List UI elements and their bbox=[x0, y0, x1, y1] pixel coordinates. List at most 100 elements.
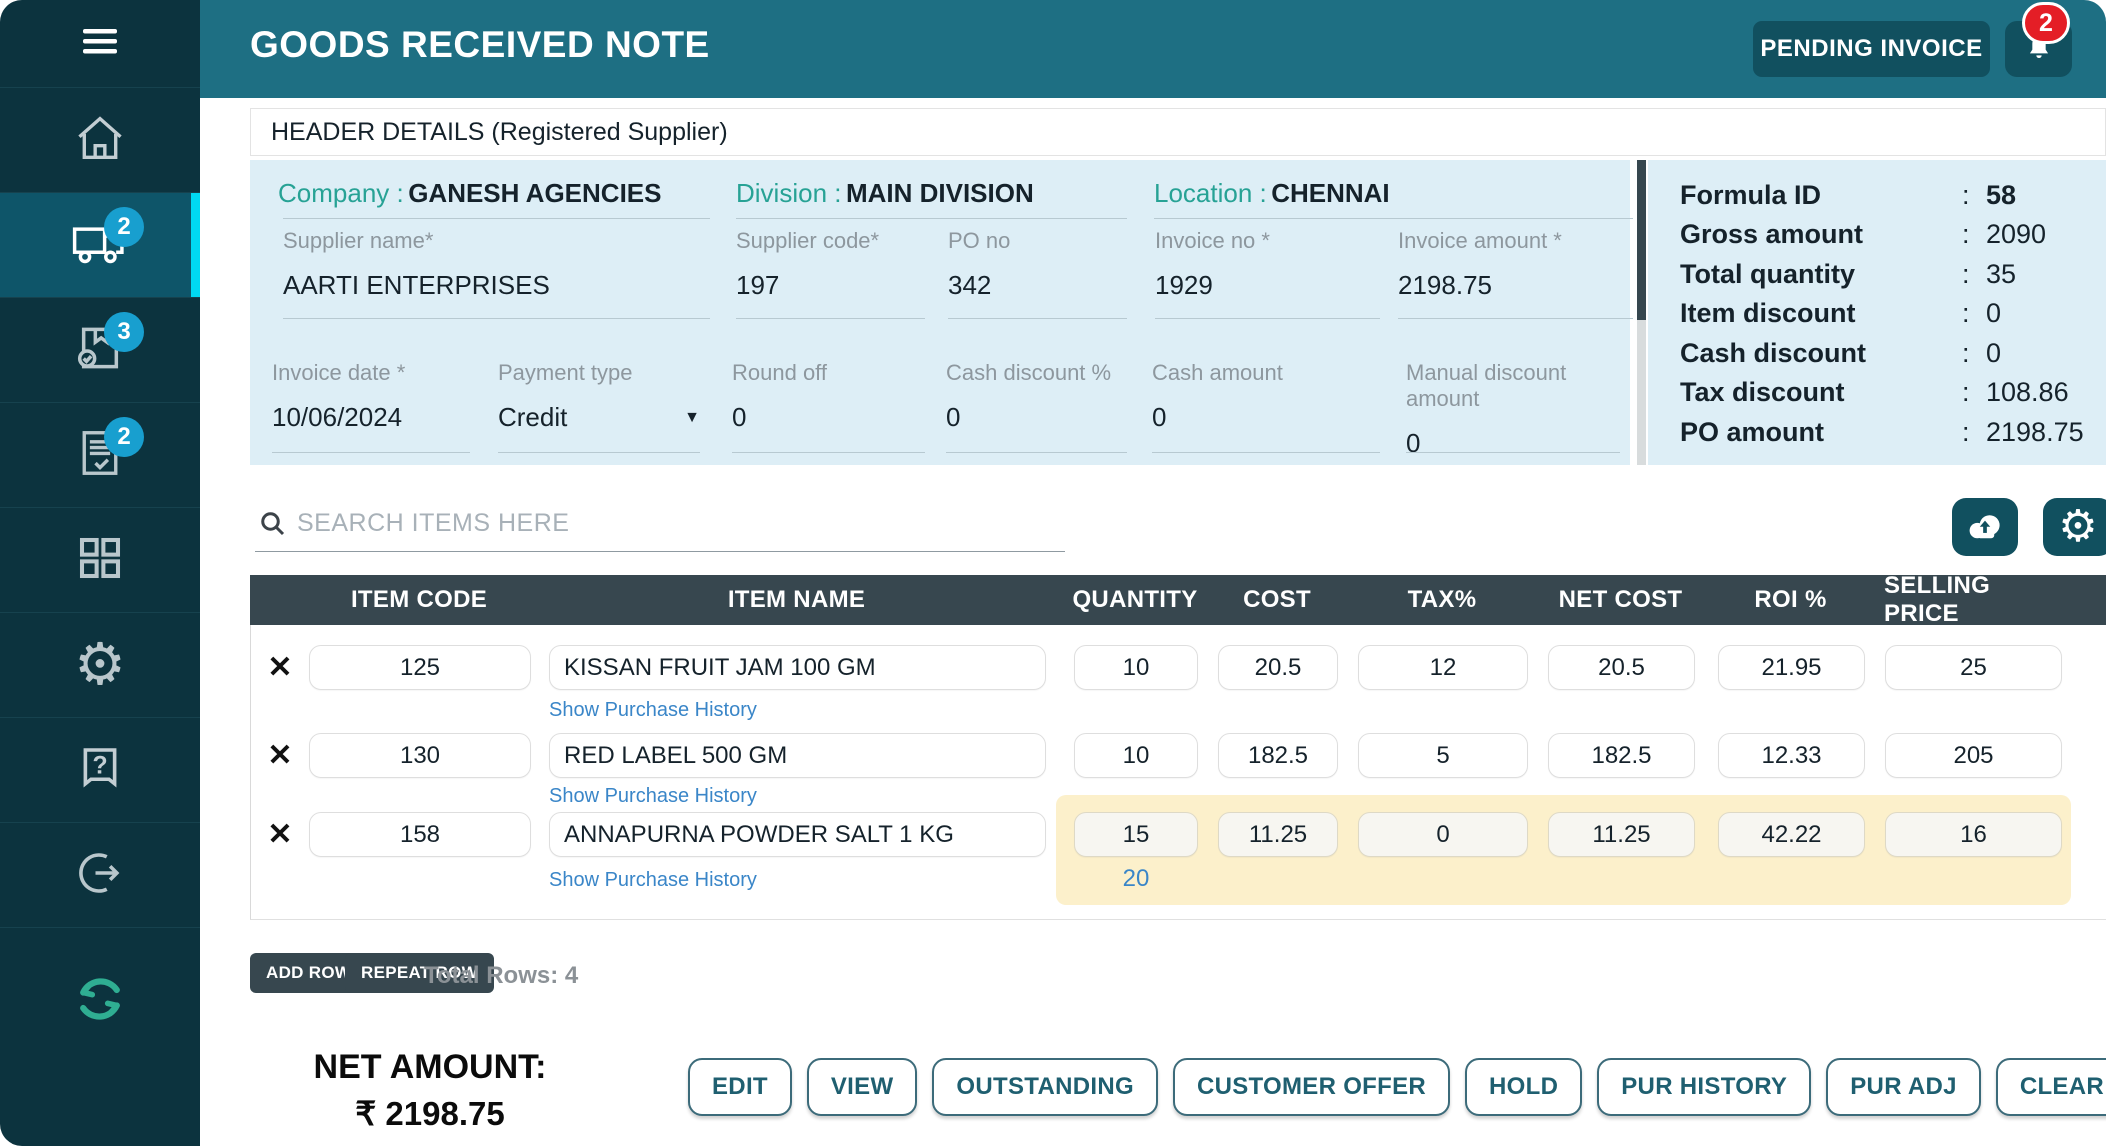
payment-type-select[interactable]: Payment type Credit ▼ bbox=[498, 360, 700, 433]
summary-panel: Formula ID : 58 Gross amount : 2090 Tota… bbox=[1648, 160, 2106, 465]
remove-row-button[interactable]: ✕ bbox=[251, 812, 309, 857]
selling-price-input[interactable]: 16 bbox=[1885, 812, 2062, 857]
clear-button[interactable]: CLEAR bbox=[1996, 1058, 2106, 1116]
pending-invoice-button[interactable]: PENDING INVOICE bbox=[1753, 21, 1990, 77]
sidebar-item-help[interactable]: ? bbox=[0, 718, 200, 823]
outstanding-button[interactable]: OUTSTANDING bbox=[932, 1058, 1158, 1116]
customer-offer-button[interactable]: CUSTOMER OFFER bbox=[1173, 1058, 1450, 1116]
net-cost-input[interactable]: 11.25 bbox=[1548, 812, 1695, 857]
logout-icon bbox=[73, 846, 127, 905]
pending-quantity-value: 20 bbox=[1074, 865, 1198, 893]
supplier-code-field[interactable]: Supplier code* 197 bbox=[736, 228, 925, 301]
scrollbar-thumb[interactable] bbox=[1637, 160, 1646, 320]
edit-button[interactable]: EDIT bbox=[688, 1058, 792, 1116]
sidebar-menu-toggle[interactable] bbox=[0, 0, 200, 88]
summary-label: Cash discount bbox=[1680, 338, 1962, 369]
remove-row-button[interactable]: ✕ bbox=[251, 733, 309, 778]
field-label: Invoice no * bbox=[1155, 228, 1380, 254]
roi-input[interactable]: 42.22 bbox=[1718, 812, 1865, 857]
tax-input[interactable]: 5 bbox=[1358, 733, 1528, 778]
roi-input[interactable]: 12.33 bbox=[1718, 733, 1865, 778]
division-group: Division : MAIN DIVISION bbox=[736, 178, 1034, 209]
hamburger-icon bbox=[80, 26, 120, 61]
cash-discount-pct-field[interactable]: Cash discount % 0 bbox=[946, 360, 1127, 433]
remove-row-button[interactable]: ✕ bbox=[251, 645, 309, 690]
summary-label: Total quantity bbox=[1680, 259, 1962, 290]
quantity-input[interactable]: 10 bbox=[1074, 645, 1198, 690]
item-name-input[interactable]: RED LABEL 500 GM bbox=[549, 733, 1046, 778]
item-name-input[interactable]: ANNAPURNA POWDER SALT 1 KG bbox=[549, 812, 1046, 857]
badge: 3 bbox=[104, 312, 144, 352]
company-label: Company : bbox=[278, 178, 404, 208]
field-value: 342 bbox=[948, 270, 1127, 301]
show-purchase-history-link[interactable]: Show Purchase History bbox=[549, 869, 757, 892]
round-off-field[interactable]: Round off 0 bbox=[732, 360, 925, 433]
net-cost-input[interactable]: 20.5 bbox=[1548, 645, 1695, 690]
sidebar-item-goods-received[interactable]: 2 bbox=[0, 193, 200, 298]
cash-amount-field[interactable]: Cash amount 0 bbox=[1152, 360, 1380, 433]
summary-row: Cash discount : 0 bbox=[1680, 334, 2106, 372]
po-no-field[interactable]: PO no 342 bbox=[948, 228, 1127, 301]
location-group: Location : CHENNAI bbox=[1154, 178, 1390, 209]
sidebar-item-sync[interactable] bbox=[0, 928, 200, 1146]
item-code-input[interactable]: 158 bbox=[309, 812, 531, 857]
invoice-no-field[interactable]: Invoice no * 1929 bbox=[1155, 228, 1380, 301]
sidebar-item-purchase-orders[interactable]: 3 bbox=[0, 298, 200, 403]
sidebar-item-dashboard[interactable] bbox=[0, 508, 200, 613]
sidebar-item-settings[interactable]: ⚙ bbox=[0, 613, 200, 718]
sidebar-item-invoices[interactable]: 2 bbox=[0, 403, 200, 508]
badge: 2 bbox=[104, 417, 144, 457]
item-code-input[interactable]: 130 bbox=[309, 733, 531, 778]
item-name-input[interactable]: KISSAN FRUIT JAM 100 GM bbox=[549, 645, 1046, 690]
division-value: MAIN DIVISION bbox=[846, 178, 1034, 208]
field-value: 2198.75 bbox=[1398, 270, 1633, 301]
items-table-body: ✕ 125 KISSAN FRUIT JAM 100 GM 10 20.5 12… bbox=[250, 625, 2106, 920]
summary-row: Item discount : 0 bbox=[1680, 295, 2106, 333]
cost-input[interactable]: 182.5 bbox=[1218, 733, 1338, 778]
field-label: Payment type bbox=[498, 360, 700, 386]
manual-discount-field[interactable]: Manual discount amount 0 bbox=[1406, 360, 1620, 459]
show-purchase-history-link[interactable]: Show Purchase History bbox=[549, 785, 757, 808]
sidebar-item-logout[interactable] bbox=[0, 823, 200, 928]
selling-price-input[interactable]: 25 bbox=[1885, 645, 2062, 690]
tax-input[interactable]: 12 bbox=[1358, 645, 1528, 690]
tax-input[interactable]: 0 bbox=[1358, 812, 1528, 857]
supplier-name-field[interactable]: Supplier name* AARTI ENTERPRISES bbox=[283, 228, 710, 301]
quantity-input[interactable]: 10 bbox=[1074, 733, 1198, 778]
selling-price-input[interactable]: 205 bbox=[1885, 733, 2062, 778]
field-value: 0 bbox=[732, 402, 925, 433]
table-settings-button[interactable]: ⚙ bbox=[2043, 498, 2106, 556]
cost-input[interactable]: 20.5 bbox=[1218, 645, 1338, 690]
column-header: ITEM CODE bbox=[308, 575, 530, 625]
column-header: QUANTITY bbox=[1073, 575, 1197, 625]
header-scrollbar[interactable] bbox=[1637, 160, 1646, 465]
roi-input[interactable]: 21.95 bbox=[1718, 645, 1865, 690]
net-amount-value: ₹ 2198.75 bbox=[230, 1094, 630, 1133]
summary-label: PO amount bbox=[1680, 417, 1962, 448]
summary-value: 108.86 bbox=[1986, 377, 2069, 408]
invoice-date-field[interactable]: Invoice date * 10/06/2024 bbox=[272, 360, 470, 433]
summary-row: PO amount : 2198.75 bbox=[1680, 413, 2106, 451]
summary-label: Formula ID bbox=[1680, 180, 1962, 211]
header-details-caption: HEADER DETAILS (Registered Supplier) bbox=[250, 108, 2106, 156]
view-button[interactable]: VIEW bbox=[807, 1058, 918, 1116]
home-icon bbox=[71, 109, 129, 172]
hold-button[interactable]: HOLD bbox=[1465, 1058, 1582, 1116]
field-label: Invoice amount * bbox=[1398, 228, 1633, 254]
item-code-input[interactable]: 125 bbox=[309, 645, 531, 690]
show-purchase-history-link[interactable]: Show Purchase History bbox=[549, 699, 757, 722]
quantity-input[interactable]: 15 bbox=[1074, 812, 1198, 857]
upload-button[interactable] bbox=[1952, 498, 2018, 556]
invoice-amount-field[interactable]: Invoice amount * 2198.75 bbox=[1398, 228, 1633, 301]
pur-history-button[interactable]: PUR HISTORY bbox=[1597, 1058, 1811, 1116]
cost-input[interactable]: 11.25 bbox=[1218, 812, 1338, 857]
search-input[interactable] bbox=[295, 503, 1055, 543]
svg-text:?: ? bbox=[92, 752, 107, 779]
summary-row: Gross amount : 2090 bbox=[1680, 216, 2106, 254]
search-bar bbox=[250, 495, 1070, 555]
net-cost-input[interactable]: 182.5 bbox=[1548, 733, 1695, 778]
pur-adj-button[interactable]: PUR ADJ bbox=[1826, 1058, 1981, 1116]
company-group: Company : GANESH AGENCIES bbox=[278, 178, 661, 209]
field-label: Invoice date * bbox=[272, 360, 470, 386]
sidebar-item-home[interactable] bbox=[0, 88, 200, 193]
